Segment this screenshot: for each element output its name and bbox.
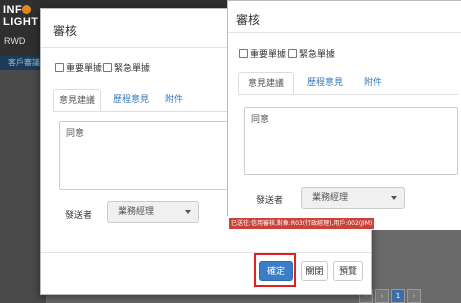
- logo-circle-icon: [22, 5, 32, 14]
- chevron-down-icon: [185, 210, 191, 214]
- urgent-checkbox[interactable]: 緊急單據: [103, 61, 150, 74]
- tab-history[interactable]: 歷程意見: [300, 72, 350, 94]
- important-checkbox[interactable]: 重要單據: [239, 47, 286, 60]
- preview-button[interactable]: 預覽: [333, 261, 363, 281]
- tab-history[interactable]: 歷程意見: [107, 89, 155, 111]
- tab-bar: 意見建議 歷程意見 附件: [238, 72, 458, 95]
- sender-label: 發送者: [65, 211, 93, 221]
- checkbox-icon[interactable]: [239, 49, 248, 58]
- sender-select[interactable]: 業務經理: [301, 187, 405, 209]
- tab-attachments[interactable]: 附件: [356, 72, 390, 94]
- close-button[interactable]: 關閉: [301, 261, 328, 281]
- tab-comments[interactable]: 意見建議: [53, 89, 101, 111]
- sender-select[interactable]: 業務經理: [107, 201, 199, 223]
- app-label: RWD: [4, 36, 26, 46]
- pagination: ‹ ‹ 1 ›: [357, 289, 457, 303]
- sender-label: 發送者: [256, 196, 284, 206]
- dialog-title: 審核: [236, 13, 261, 27]
- checkbox-icon[interactable]: [103, 63, 112, 72]
- pager-prev[interactable]: ‹: [375, 289, 389, 303]
- dialog-title: 審核: [53, 24, 78, 38]
- footer-divider: [41, 252, 371, 253]
- tab-attachments[interactable]: 附件: [157, 89, 191, 111]
- review-dialog-zoom: 審核 重要單據 緊急單據 意見建議 歷程意見 附件 同意 發送者 業務經理: [227, 0, 461, 218]
- error-message: 已送往:信用審核,對象:R03(行政經理),用戶:002(JIM): [229, 218, 375, 229]
- chevron-down-icon: [391, 196, 397, 200]
- pager-page[interactable]: 1: [391, 289, 405, 303]
- important-checkbox[interactable]: 重要單據: [55, 61, 102, 74]
- pager-next[interactable]: ›: [407, 289, 421, 303]
- highlight-box: [254, 253, 296, 287]
- dialog-divider: [228, 32, 461, 33]
- comment-textarea[interactable]: 同意: [244, 107, 458, 175]
- checkbox-icon[interactable]: [288, 49, 297, 58]
- tab-comments[interactable]: 意見建議: [238, 72, 294, 94]
- urgent-checkbox[interactable]: 緊急單據: [288, 47, 335, 60]
- checkbox-icon[interactable]: [55, 63, 64, 72]
